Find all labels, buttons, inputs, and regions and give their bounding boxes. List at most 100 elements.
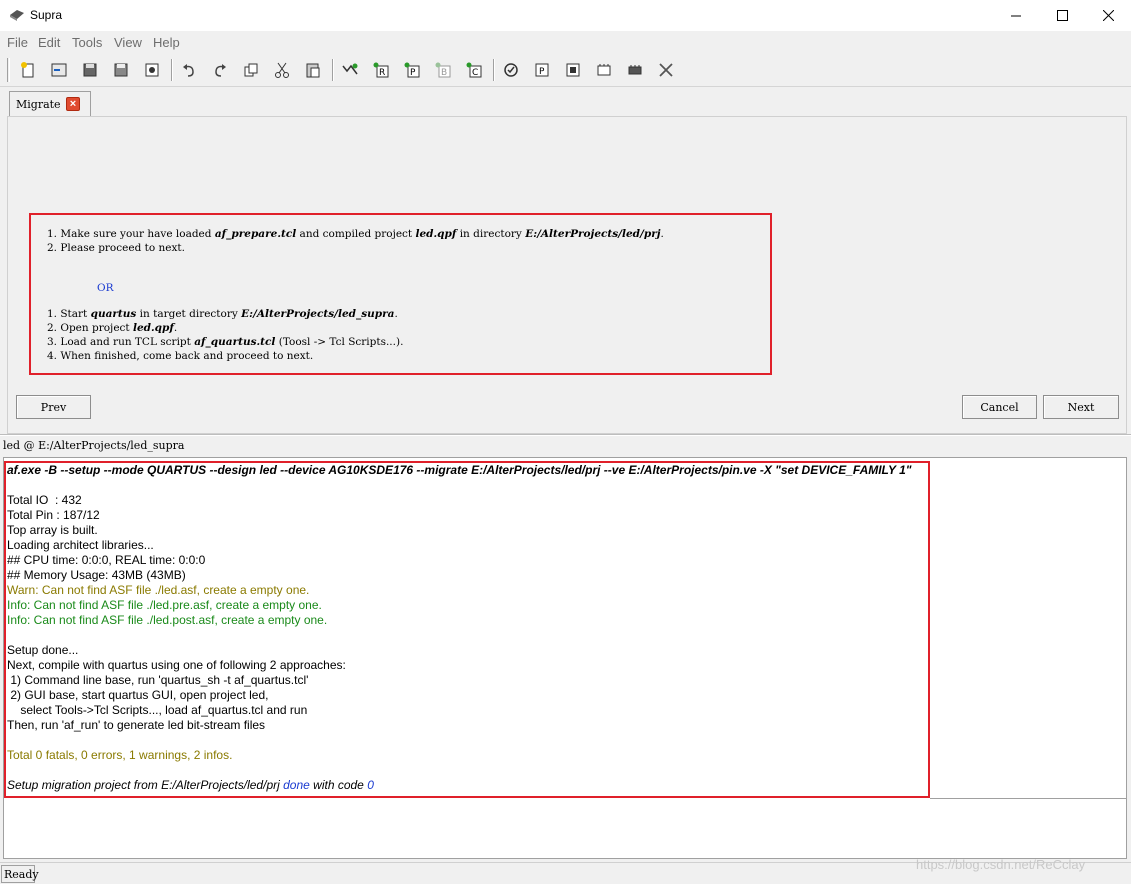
log-line: Top array is built.: [7, 523, 98, 537]
instr-text: 1. Start: [47, 308, 91, 320]
log-line: 2) GUI base, start quartus GUI, open pro…: [7, 688, 269, 702]
instruction-or: OR: [97, 282, 114, 294]
svg-text:B: B: [441, 68, 447, 78]
copy-icon[interactable]: [242, 61, 260, 79]
run-r-icon[interactable]: R: [372, 61, 390, 79]
instr-file: af_quartus.tcl: [194, 336, 276, 348]
log-line: Loading architect libraries...: [7, 538, 154, 552]
report-p-icon[interactable]: P: [533, 61, 551, 79]
tab-migrate[interactable]: Migrate ×: [9, 91, 91, 116]
project-path-label: led @ E:/AlterProjects/led_supra: [3, 439, 185, 452]
log-line: Total Pin : 187/12: [7, 508, 100, 522]
instr-text: .: [394, 308, 398, 320]
menu-tools[interactable]: Tools: [72, 35, 102, 50]
instr-path: E:/AlterProjects/led_supra: [241, 308, 395, 320]
log-code-value: 0: [367, 778, 374, 792]
instr-text: 3. Load and run TCL script: [47, 336, 195, 348]
instr-text: Make sure your have loaded: [60, 228, 215, 240]
save-as-icon[interactable]: [112, 61, 130, 79]
log-info-line: Info: Can not find ASF file ./led.post.a…: [7, 613, 328, 627]
redo-icon[interactable]: [211, 61, 229, 79]
instr-text: and compiled project: [296, 228, 416, 240]
run-all-icon[interactable]: [341, 61, 359, 79]
instr-file: quartus: [90, 308, 137, 320]
log-line: 1) Command line base, run 'quartus_sh -t…: [7, 673, 309, 687]
toolbar-separator: [493, 59, 495, 81]
new-file-icon[interactable]: [19, 61, 37, 79]
log-text: Setup migration project from E:/AlterPro…: [7, 778, 284, 792]
maximize-icon: [1056, 10, 1068, 21]
paste-icon[interactable]: [304, 61, 322, 79]
run-p-icon[interactable]: P: [403, 61, 421, 79]
run-c-icon[interactable]: C: [465, 61, 483, 79]
instr-text: .: [173, 322, 178, 334]
prev-button[interactable]: Prev: [16, 395, 91, 419]
toolbar: R P B C P: [0, 53, 1131, 87]
title-bar: Supra: [0, 0, 1131, 31]
stop-icon[interactable]: [657, 61, 675, 79]
undo-icon[interactable]: [180, 61, 198, 79]
log-separator: [930, 798, 1126, 799]
minimize-button[interactable]: [993, 0, 1039, 31]
menu-help[interactable]: Help: [153, 35, 180, 50]
svg-text:C: C: [472, 68, 478, 78]
menu-file[interactable]: File: [7, 35, 28, 50]
menu-bar: File Edit Tools View Help: [0, 31, 1131, 53]
log-command-line: af.exe -B --setup --mode QUARTUS --desig…: [7, 463, 912, 477]
toolbar-separator: [332, 59, 334, 81]
menu-edit[interactable]: Edit: [38, 35, 60, 50]
open-project-icon[interactable]: [50, 61, 68, 79]
close-tab-icon[interactable]: ×: [66, 97, 80, 111]
instr-text: (Toosl -> Tcl Scripts...).: [275, 336, 404, 348]
minimize-icon: [1010, 15, 1021, 17]
status-text: Ready: [1, 865, 39, 883]
settings-icon[interactable]: [143, 61, 161, 79]
log-line: select Tools->Tcl Scripts..., load af_qu…: [7, 703, 308, 717]
tab-label: Migrate: [16, 98, 61, 111]
log-line: Next, compile with quartus using one of …: [7, 658, 346, 672]
toolbar-grip: [7, 58, 10, 82]
instr-file: led.qpf: [132, 322, 174, 334]
instruction-line-2: 2. Please proceed to next.: [47, 242, 185, 254]
log-summary-line: Total 0 fatals, 0 errors, 1 warnings, 2 …: [7, 748, 233, 762]
cut-icon[interactable]: [273, 61, 291, 79]
log-line: ## CPU time: 0:0:0, REAL time: 0:0:0: [7, 553, 206, 567]
log-final-line: Setup migration project from E:/AlterPro…: [7, 778, 374, 793]
close-button[interactable]: [1085, 0, 1131, 31]
instruction-line-1: 1. Make sure your have loaded af_prepare…: [47, 228, 664, 240]
device-icon[interactable]: [626, 61, 644, 79]
instr-file: af_prepare.tcl: [214, 228, 297, 240]
chip-icon[interactable]: [564, 61, 582, 79]
instr-text: in directory: [456, 228, 526, 240]
toolbar-separator: [171, 59, 173, 81]
watermark: https://blog.csdn.net/ReCclay: [916, 857, 1086, 872]
check-icon[interactable]: [502, 61, 520, 79]
log-warn-line: Warn: Can not find ASF file ./led.asf, c…: [7, 583, 310, 597]
save-icon[interactable]: [81, 61, 99, 79]
log-done-text: done: [283, 778, 310, 792]
close-icon: [1102, 10, 1114, 21]
supra-app-icon: [10, 10, 24, 21]
program-icon[interactable]: [595, 61, 613, 79]
instruction-step-4: 4. When finished, come back and proceed …: [47, 350, 314, 362]
log-line: ## Memory Usage: 43MB (43MB): [7, 568, 186, 582]
instruction-step-3: 3. Load and run TCL script af_quartus.tc…: [47, 336, 403, 348]
instr-path: E:/AlterProjects/led/prj: [525, 228, 661, 240]
panel-splitter[interactable]: [0, 434, 1131, 436]
svg-text:P: P: [410, 68, 416, 78]
next-button[interactable]: Next: [1043, 395, 1119, 419]
instr-file: led.qpf: [415, 228, 457, 240]
maximize-button[interactable]: [1039, 0, 1085, 31]
tab-strip: Migrate ×: [0, 87, 1131, 116]
instr-text: .: [660, 228, 664, 240]
instr-text: 2. Open project: [47, 322, 133, 334]
cancel-button[interactable]: Cancel: [962, 395, 1037, 419]
window-title: Supra: [30, 8, 63, 22]
log-info-line: Info: Can not find ASF file ./led.pre.as…: [7, 598, 322, 612]
svg-text:R: R: [379, 68, 385, 78]
log-line: Then, run 'af_run' to generate led bit-s…: [7, 718, 266, 732]
menu-view[interactable]: View: [114, 35, 142, 50]
log-line: Setup done...: [7, 643, 79, 657]
instruction-step-2: 2. Open project led.qpf.: [47, 322, 177, 334]
run-b-icon[interactable]: B: [434, 61, 452, 79]
